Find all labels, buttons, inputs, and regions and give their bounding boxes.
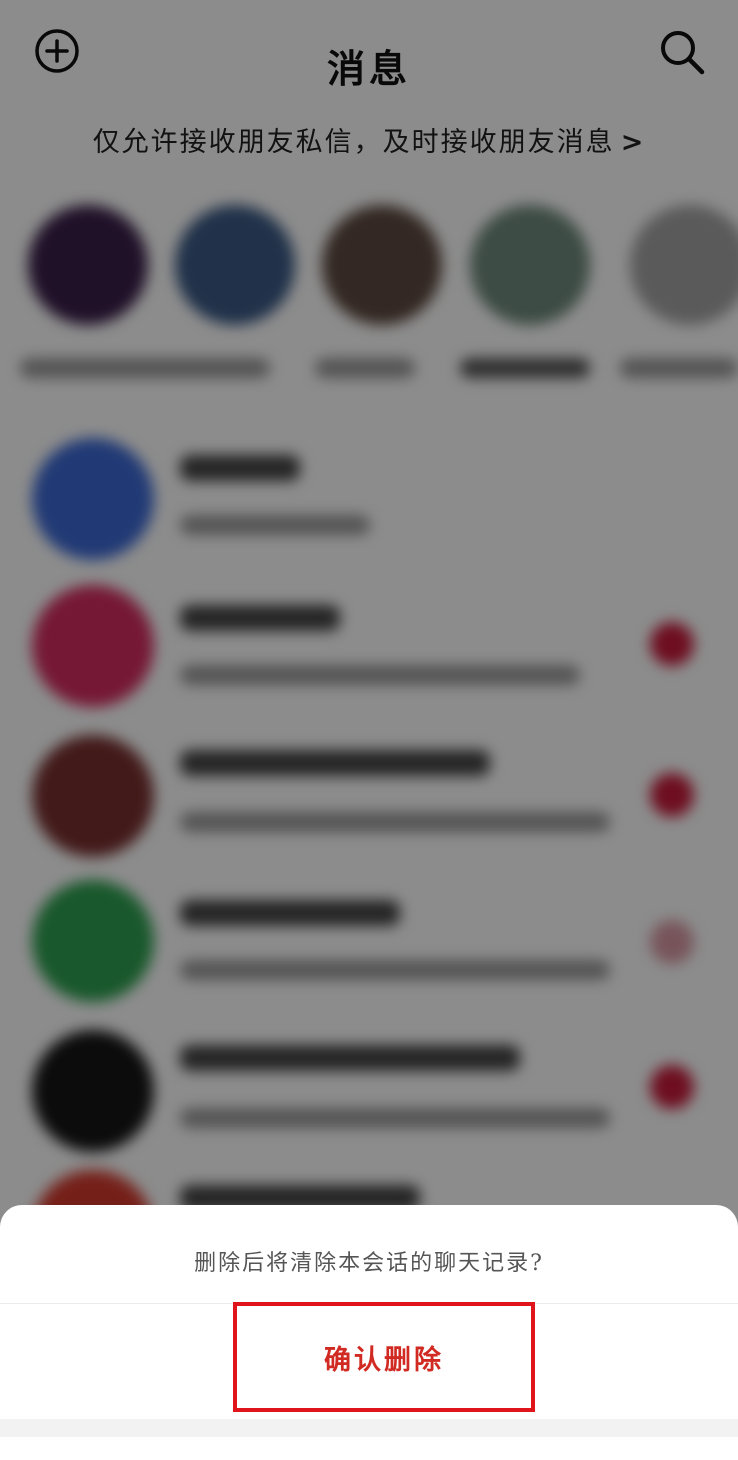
confirm-delete-button[interactable]: 确认删除 bbox=[233, 1302, 535, 1412]
messages-screen: 消息 仅允许接收朋友私信，及时接收朋友消息 > 删除后将清除本会话的聊天记录? 确… bbox=[0, 0, 738, 1460]
delete-warning-text: 删除后将清除本会话的聊天记录? bbox=[194, 1251, 544, 1276]
delete-confirm-sheet: 删除后将清除本会话的聊天记录? 确认删除 bbox=[0, 1205, 738, 1460]
sheet-separator bbox=[0, 1419, 738, 1437]
